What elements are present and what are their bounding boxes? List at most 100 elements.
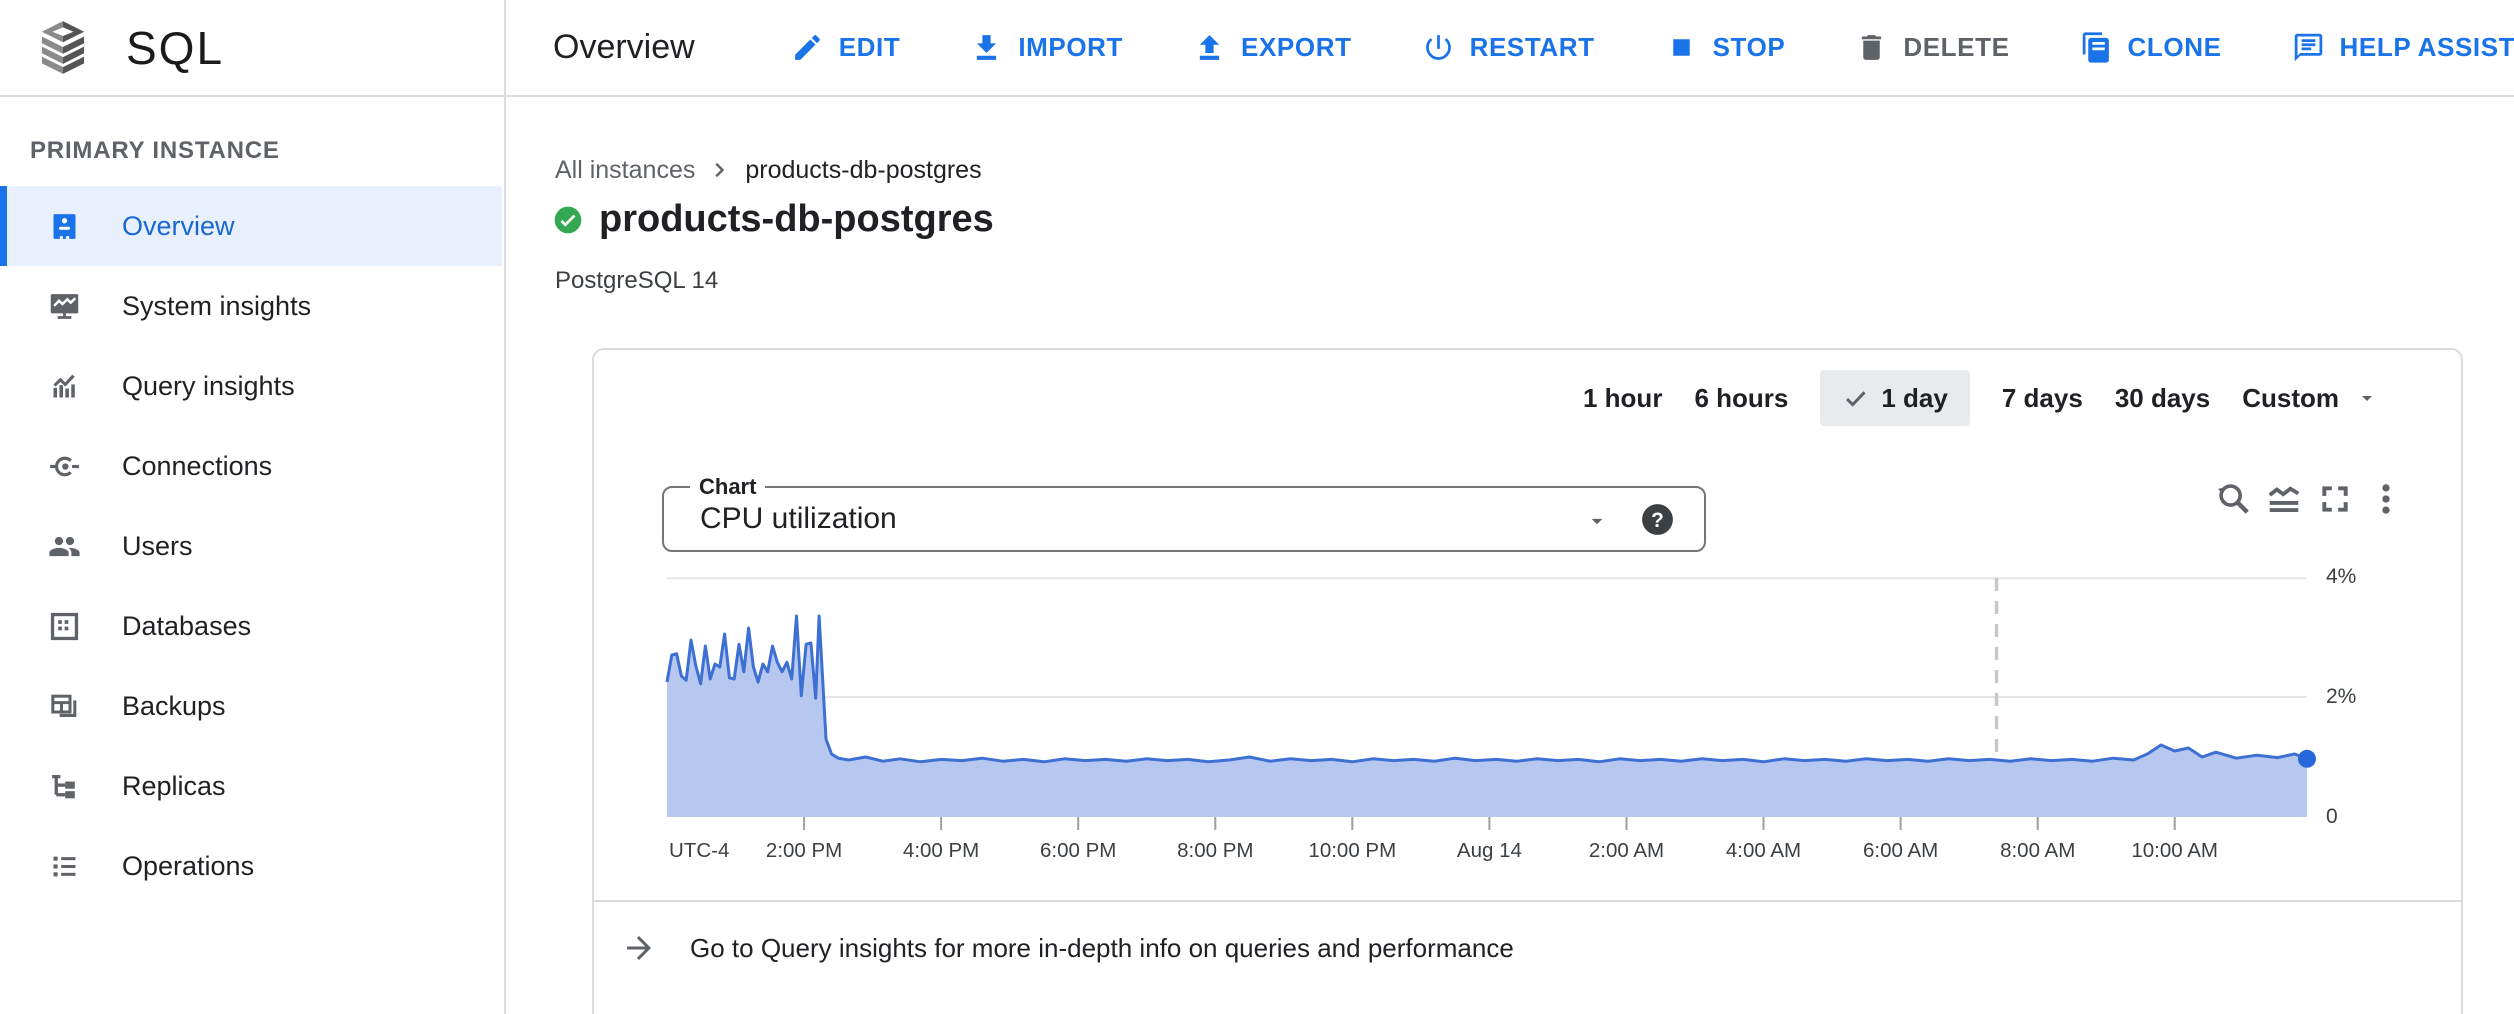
x-axis-tick-label: 10:00 PM: [1308, 839, 1396, 863]
chevron-right-icon: [705, 155, 735, 185]
sidebar-item-replicas[interactable]: Replicas: [0, 746, 502, 826]
chart-plot[interactable]: [667, 577, 2307, 830]
chart-select-label: Chart: [690, 474, 765, 500]
import-button[interactable]: IMPORT: [970, 31, 1123, 64]
time-range-30-days[interactable]: 30 days: [2115, 370, 2210, 426]
instance-overview-icon: [48, 210, 81, 243]
y-axis-tick-label: 4%: [2326, 565, 2356, 589]
arrow-forward-icon: [621, 930, 657, 966]
product-home-link[interactable]: SQL: [0, 0, 506, 95]
trash-icon: [1855, 31, 1888, 64]
stop-icon: [1665, 31, 1698, 64]
more-vert-icon[interactable]: [2367, 480, 2405, 518]
edit-button[interactable]: EDIT: [791, 31, 901, 64]
time-range-label: 1 hour: [1583, 383, 1662, 414]
sidebar-item-users[interactable]: Users: [0, 506, 502, 586]
sidebar-section-label: PRIMARY INSTANCE: [30, 137, 280, 165]
sidebar-item-label: Overview: [122, 211, 235, 242]
sidebar-item-backups[interactable]: Backups: [0, 666, 502, 746]
sidebar-item-overview[interactable]: Overview: [0, 186, 502, 266]
cpu-utilization-chart[interactable]: [667, 577, 2307, 830]
fullscreen-icon[interactable]: [2316, 480, 2354, 518]
sidebar-item-connections[interactable]: Connections: [0, 426, 502, 506]
stop-button[interactable]: STOP: [1665, 31, 1786, 64]
users-icon: [48, 530, 81, 563]
cloud-sql-console: SQL Overview EDIT IMPORT EXPORT RESTART STOP…: [0, 0, 2514, 1014]
action-label: HELP ASSISTANT: [2340, 32, 2514, 63]
chat-icon: [2292, 31, 2325, 64]
sidebar-nav-list: Overview System insights Query insights Con…: [0, 186, 502, 906]
x-axis-tick-label: 8:00 PM: [1177, 839, 1253, 863]
time-range-1-hour[interactable]: 1 hour: [1583, 370, 1662, 426]
latest-value-dot: [2298, 750, 2316, 768]
status-check-circle-icon: [552, 204, 584, 236]
action-label: RESTART: [1470, 32, 1595, 63]
instance-title-row: products-db-postgres: [552, 198, 994, 241]
time-range-1-day[interactable]: 1 day: [1820, 370, 1970, 426]
connections-icon: [48, 450, 81, 483]
engine-version: PostgreSQL 14: [555, 267, 718, 295]
time-range-label: 6 hours: [1694, 383, 1788, 414]
action-label: STOP: [1713, 32, 1786, 63]
query-insights-icon: [48, 370, 81, 403]
sidebar-item-operations[interactable]: Operations: [0, 826, 502, 906]
time-range-custom[interactable]: Custom: [2242, 370, 2379, 426]
action-label: DELETE: [1903, 32, 2009, 63]
delete-button[interactable]: DELETE: [1855, 31, 2009, 64]
query-insights-link-row[interactable]: Go to Query insights for more in-depth i…: [621, 922, 1514, 974]
sidebar-item-databases[interactable]: Databases: [0, 586, 502, 666]
header-actions: EDIT IMPORT EXPORT RESTART STOP DELETE CLONE HE…: [791, 31, 2514, 64]
y-axis-labels: 02%4%: [2326, 577, 2426, 817]
time-range-6-hours[interactable]: 6 hours: [1694, 370, 1788, 426]
help-icon[interactable]: ?: [1639, 501, 1676, 538]
action-label: EXPORT: [1241, 32, 1352, 63]
sidebar-item-label: Replicas: [122, 771, 226, 802]
time-range-label: Custom: [2242, 383, 2339, 414]
export-button[interactable]: EXPORT: [1193, 31, 1352, 64]
time-range-7-days[interactable]: 7 days: [2002, 370, 2083, 426]
area-chart-icon[interactable]: [2265, 480, 2303, 518]
y-axis-tick-label: 2%: [2326, 685, 2356, 709]
action-label: EDIT: [839, 32, 901, 63]
svg-text:?: ?: [1651, 509, 1664, 532]
query-insights-link[interactable]: Go to Query insights for more in-depth i…: [690, 933, 1514, 964]
clone-icon: [2080, 31, 2113, 64]
restart-button[interactable]: RESTART: [1422, 31, 1595, 64]
x-axis-tick-label: 2:00 AM: [1589, 839, 1664, 863]
chart-metric-select[interactable]: Chart CPU utilization ?: [662, 486, 1706, 552]
x-axis-tick-label: 6:00 PM: [1040, 839, 1116, 863]
metrics-card: 1 hour 6 hours 1 day 7 days 30 days Custom Ch…: [592, 348, 2463, 1014]
check-icon: [1842, 385, 1869, 412]
help-assistant-button[interactable]: HELP ASSISTANT: [2292, 31, 2514, 64]
system-insights-icon: [48, 290, 81, 323]
export-icon: [1193, 31, 1226, 64]
x-axis-tick-label: 4:00 AM: [1726, 839, 1801, 863]
databases-icon: [48, 610, 81, 643]
sidebar-item-label: Connections: [122, 451, 272, 482]
sidebar-item-query-insights[interactable]: Query insights: [0, 346, 502, 426]
clone-button[interactable]: CLONE: [2080, 31, 2222, 64]
time-range-tabs: 1 hour 6 hours 1 day 7 days 30 days Custom: [1583, 370, 2379, 426]
pencil-icon: [791, 31, 824, 64]
x-axis-tick-label: 10:00 AM: [2131, 839, 2218, 863]
backups-icon: [48, 690, 81, 723]
app-header: SQL Overview EDIT IMPORT EXPORT RESTART STOP…: [0, 0, 2514, 97]
breadcrumb-all-instances[interactable]: All instances: [555, 156, 695, 185]
sidebar-item-label: Users: [122, 531, 193, 562]
caret-down-icon: [1584, 508, 1610, 534]
x-axis-tick-label: 2:00 PM: [766, 839, 842, 863]
sidebar-item-label: Operations: [122, 851, 254, 882]
chart-toolbar: [2214, 480, 2405, 518]
sidebar-item-label: Query insights: [122, 371, 295, 402]
sidebar-item-system-insights[interactable]: System insights: [0, 266, 502, 346]
x-axis-tick-label: 8:00 AM: [2000, 839, 2075, 863]
x-axis-tick-label: 4:00 PM: [903, 839, 979, 863]
cloud-sql-logo-icon: [40, 20, 86, 76]
caret-down-icon: [2355, 386, 2379, 410]
zoom-reset-icon[interactable]: [2214, 480, 2252, 518]
sidebar-item-label: System insights: [122, 291, 311, 322]
page-title: Overview: [553, 28, 695, 67]
sidebar-item-label: Backups: [122, 691, 226, 722]
replicas-icon: [48, 770, 81, 803]
action-label: CLONE: [2128, 32, 2222, 63]
